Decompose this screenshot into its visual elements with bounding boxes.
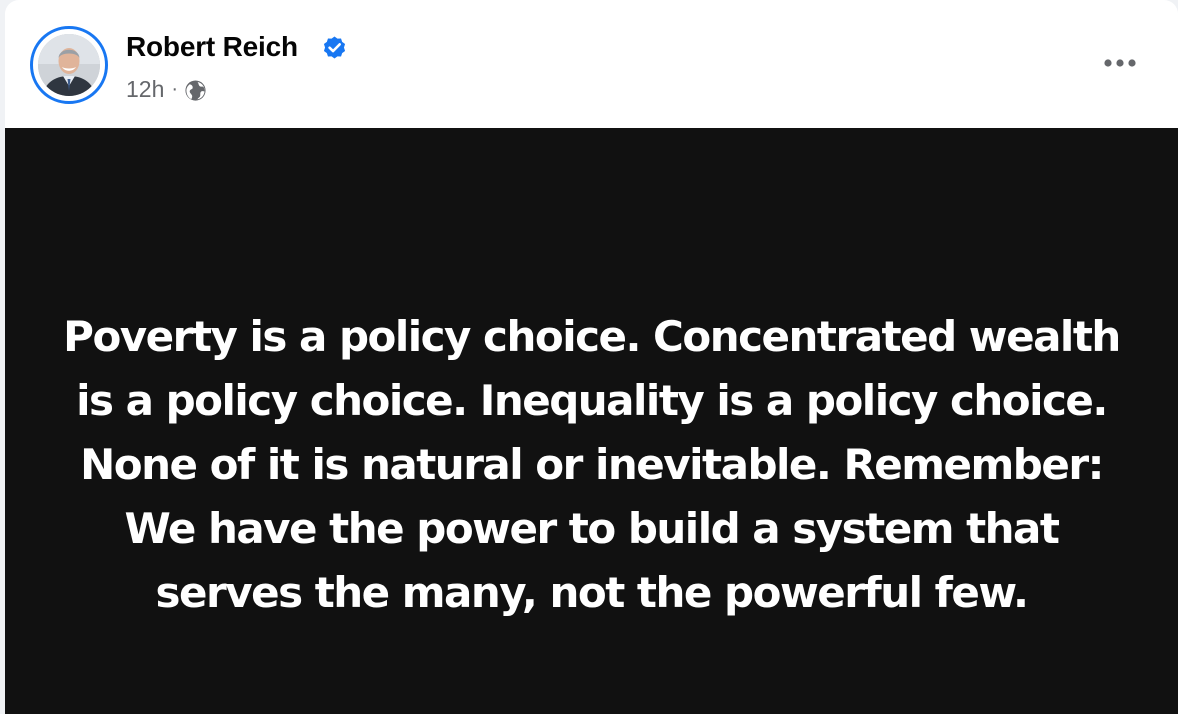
post-text-line: serves the many, not the powerful few. <box>155 568 1029 617</box>
ellipsis-icon <box>1104 59 1136 67</box>
post-timestamp[interactable]: 12h <box>126 76 164 103</box>
avatar <box>38 34 100 96</box>
author-avatar-button[interactable] <box>30 26 108 104</box>
profile-photo-icon <box>38 34 100 96</box>
post-text-line: Poverty is a policy choice. Concentrated… <box>63 312 1121 361</box>
post-image-text: Poverty is a policy choice. Concentrated… <box>45 305 1138 625</box>
post-meta: 12h · <box>126 74 207 104</box>
verified-badge-icon <box>323 36 346 59</box>
post-text-line: We have the power to build a system that <box>124 504 1060 553</box>
post-text-line: is a policy choice. Inequality is a poli… <box>76 376 1108 425</box>
more-options-button[interactable] <box>1100 45 1140 81</box>
post-image[interactable]: Poverty is a policy choice. Concentrated… <box>5 128 1178 714</box>
post-header: Robert Reich 12h · <box>5 0 1178 128</box>
post-card: Robert Reich 12h · Poverty is a policy c… <box>5 0 1178 714</box>
globe-icon[interactable] <box>184 79 207 102</box>
meta-separator: · <box>171 77 179 100</box>
post-text-line: None of it is natural or inevitable. Rem… <box>80 440 1104 489</box>
author-name[interactable]: Robert Reich <box>126 31 298 63</box>
